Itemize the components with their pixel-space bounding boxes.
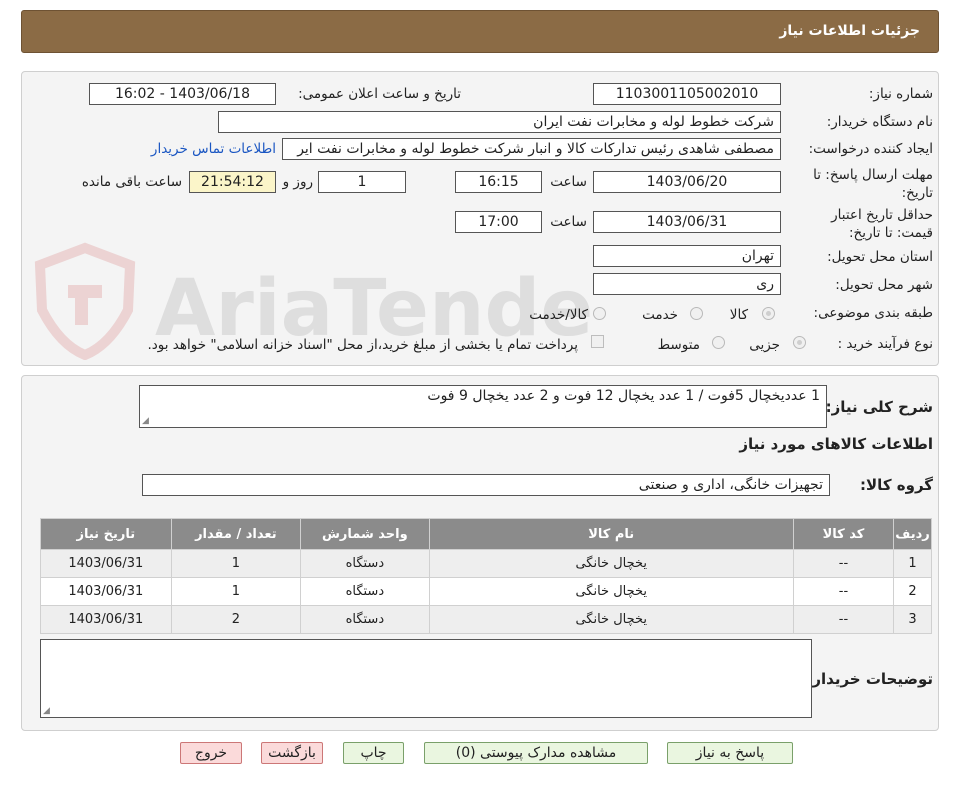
- days-label: روز و: [282, 174, 313, 190]
- exit-button[interactable]: خروج: [180, 742, 242, 764]
- category-radio-goods-service[interactable]: [593, 307, 606, 320]
- price-validity-label: حداقل تاریخ اعتبار قیمت: تا تاریخ:: [831, 207, 933, 241]
- buyer-org-field[interactable]: شرکت خطوط لوله و مخابرات نفت ایران: [218, 111, 781, 133]
- print-button[interactable]: چاپ: [343, 742, 404, 764]
- reply-date-field[interactable]: 1403/06/20: [593, 171, 781, 193]
- cell-name: یخچال خانگی: [428, 577, 794, 606]
- creator-label: ایجاد کننده درخواست:: [808, 141, 933, 157]
- description-text: 1 عدديخچال 5فوت / 1 عدد يخچال 12 فوت و 2…: [427, 388, 820, 404]
- treasury-payment-checkbox[interactable]: [591, 335, 604, 348]
- validity-date-field[interactable]: 1403/06/31: [593, 211, 781, 233]
- city-field[interactable]: ری: [593, 273, 781, 295]
- col-unit: واحد شمارش: [300, 518, 430, 550]
- announce-datetime-field[interactable]: 1403/06/18 - 16:02: [89, 83, 276, 105]
- cell-qty: 1: [170, 549, 302, 578]
- remaining-label: ساعت باقی مانده: [81, 174, 182, 190]
- category-option-service: خدمت: [642, 307, 678, 323]
- resize-grip-icon[interactable]: ◢: [43, 706, 50, 716]
- cell-code: --: [792, 577, 895, 606]
- cell-unit: دستگاه: [300, 605, 430, 634]
- remaining-days-field[interactable]: 1: [318, 171, 406, 193]
- table-row[interactable]: 2 -- یخچال خانگی دستگاه 1 1403/06/31: [40, 577, 932, 606]
- cell-unit: دستگاه: [300, 577, 430, 606]
- cell-qty: 1: [170, 577, 302, 606]
- reply-time-field[interactable]: 16:15: [455, 171, 542, 193]
- buyer-notes-label: توضیحات خریدار:: [806, 670, 933, 688]
- buyer-notes-textarea[interactable]: ◢: [40, 639, 812, 718]
- process-radio-minor[interactable]: [793, 336, 806, 349]
- cell-name: یخچال خانگی: [428, 605, 794, 634]
- cell-row: 3: [893, 605, 932, 634]
- category-radio-service[interactable]: [690, 307, 703, 320]
- cell-date: 1403/06/31: [40, 549, 172, 578]
- validity-time-field[interactable]: 17:00: [455, 211, 542, 233]
- treasury-payment-note: پرداخت تمام یا بخشی از مبلغ خرید،از محل …: [147, 337, 578, 353]
- remaining-time-field: 21:54:12: [189, 171, 276, 193]
- description-textarea[interactable]: 1 عدديخچال 5فوت / 1 عدد يخچال 12 فوت و 2…: [139, 385, 827, 428]
- cell-name: یخچال خانگی: [428, 549, 794, 578]
- col-name: نام کالا: [428, 518, 794, 550]
- buyer-contact-link[interactable]: اطلاعات تماس خریدار: [151, 141, 276, 157]
- table-row[interactable]: 3 -- یخچال خانگی دستگاه 2 1403/06/31: [40, 605, 932, 634]
- goods-table-header: ردیف کد کالا نام کالا واحد شمارش تعداد /…: [40, 518, 932, 550]
- cell-date: 1403/06/31: [40, 577, 172, 606]
- cell-row: 2: [893, 577, 932, 606]
- category-label: طبقه بندی موضوعی:: [813, 305, 933, 321]
- need-number-field[interactable]: 1103001105002010: [593, 83, 781, 105]
- goods-group-label: گروه کالا:: [860, 476, 933, 494]
- cell-date: 1403/06/31: [40, 605, 172, 634]
- city-label: شهر محل تحویل:: [835, 277, 933, 293]
- resize-grip-icon[interactable]: ◢: [142, 416, 149, 426]
- province-field[interactable]: تهران: [593, 245, 781, 267]
- table-row[interactable]: 1 -- یخچال خانگی دستگاه 1 1403/06/31: [40, 549, 932, 578]
- buyer-org-label: نام دستگاه خریدار:: [826, 114, 933, 130]
- creator-field[interactable]: مصطفی شاهدی رئیس تدارکات کالا و انبار شر…: [282, 138, 781, 160]
- province-label: استان محل تحویل:: [827, 249, 933, 265]
- page-title: جزئیات اطلاعات نیاز: [779, 23, 920, 39]
- category-option-goods-service: کالا/خدمت: [529, 307, 588, 323]
- reply-button[interactable]: پاسخ به نیاز: [667, 742, 793, 764]
- cell-row: 1: [893, 549, 932, 578]
- view-attachments-button[interactable]: مشاهده مدارک پیوستی (0): [424, 742, 648, 764]
- process-option-medium: متوسط: [657, 337, 700, 353]
- goods-table: ردیف کد کالا نام کالا واحد شمارش تعداد /…: [40, 518, 932, 634]
- goods-info-title: اطلاعات کالاهای مورد نیاز: [739, 435, 933, 453]
- process-option-minor: جزیی: [749, 337, 780, 353]
- col-date: تاریخ نیاز: [40, 518, 172, 550]
- announce-label: تاریخ و ساعت اعلان عمومی:: [298, 86, 461, 102]
- col-row: ردیف: [893, 518, 932, 550]
- col-code: کد کالا: [792, 518, 895, 550]
- cell-code: --: [792, 549, 895, 578]
- category-radio-goods[interactable]: [762, 307, 775, 320]
- reply-time-label: ساعت: [550, 174, 587, 190]
- cell-code: --: [792, 605, 895, 634]
- back-button[interactable]: بازگشت: [261, 742, 323, 764]
- goods-group-field[interactable]: تجهیزات خانگی، اداری و صنعتی: [142, 474, 830, 496]
- page-header: جزئیات اطلاعات نیاز: [21, 10, 939, 53]
- reply-deadline-label: مهلت ارسال پاسخ: تا تاریخ:: [813, 167, 933, 201]
- need-number-label: شماره نیاز:: [868, 86, 933, 102]
- description-label: شرح کلی نیاز:: [825, 398, 933, 416]
- validity-time-label: ساعت: [550, 214, 587, 230]
- cell-qty: 2: [170, 605, 302, 634]
- col-qty: تعداد / مقدار: [170, 518, 302, 550]
- process-radio-medium[interactable]: [712, 336, 725, 349]
- cell-unit: دستگاه: [300, 549, 430, 578]
- category-option-goods: کالا: [729, 307, 748, 323]
- process-type-label: نوع فرآیند خرید :: [837, 336, 933, 352]
